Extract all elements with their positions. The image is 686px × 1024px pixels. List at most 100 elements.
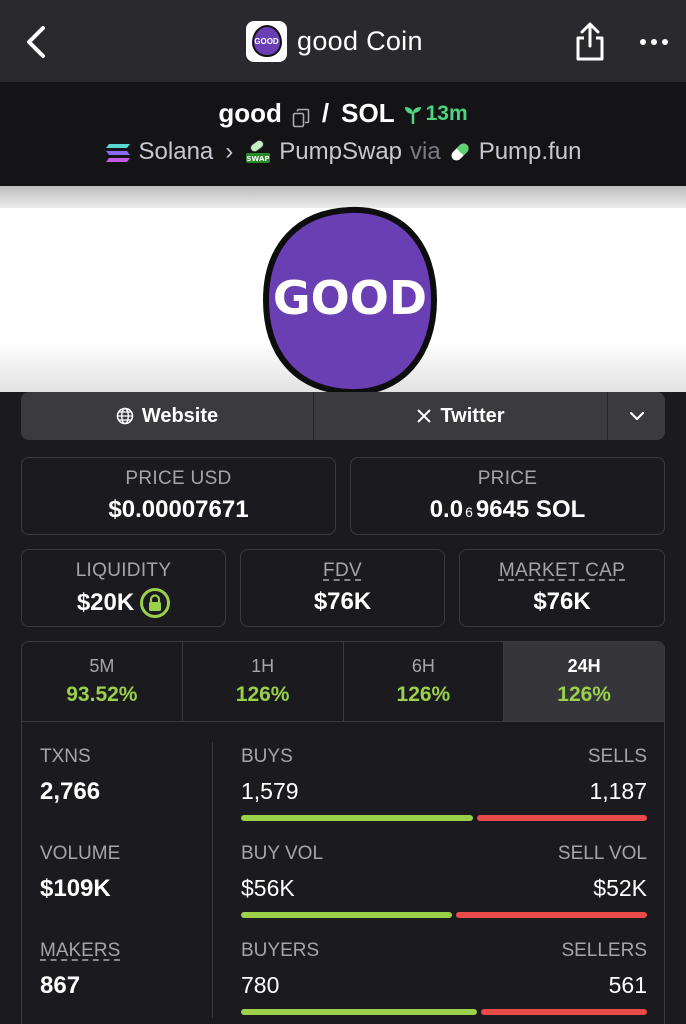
liquidity-label: LIQUIDITY (75, 560, 172, 581)
sell-vol-bar-fill (456, 912, 647, 918)
activity-panel: 5M 93.52% 1H 126% 6H 126% 24H 126% TXNS … (21, 641, 665, 1024)
tab-change: 126% (235, 683, 290, 706)
quote-token-symbol: SOL (341, 98, 395, 128)
buys-sells-bar (241, 815, 647, 821)
buys-value: 1,579 (241, 778, 299, 804)
buy-sell-volume-row: BUY VOL SELL VOL $56K $52K (241, 843, 647, 918)
copy-address-button[interactable] (292, 104, 310, 127)
via-label: via (410, 138, 441, 165)
buyers-sellers-row: BUYERS SELLERS 780 561 (241, 940, 647, 1015)
buys-bar-fill (241, 815, 473, 821)
more-dot-icon (651, 39, 657, 45)
coin-text: GOOD (273, 271, 427, 325)
tab-5m[interactable]: 5M 93.52% (22, 642, 183, 721)
tab-6h[interactable]: 6H 126% (344, 642, 505, 721)
pumpswap-icon: SWAP (245, 139, 271, 165)
price-sol-card: PRICE 0.0 6 9645 SOL (350, 457, 665, 535)
price-sol-value: 0.0 6 9645 SOL (351, 496, 664, 524)
makers-value: 867 (40, 972, 81, 999)
tab-label: 5M (89, 656, 115, 676)
page-title: good Coin (297, 25, 423, 56)
buyers-value: 780 (241, 972, 280, 998)
liquidity-lock-icon (140, 588, 171, 618)
more-dot-icon (662, 39, 668, 45)
sellers-label: SELLERS (561, 940, 647, 961)
price-sol-zero-count: 6 (465, 504, 473, 520)
website-button[interactable]: Website (21, 392, 314, 440)
tab-change: 126% (396, 683, 451, 706)
buyers-label: BUYERS (241, 940, 320, 961)
buy-vol-bar-fill (241, 912, 453, 918)
tab-label: 24H (567, 656, 601, 676)
token-banner-image: GOOD (0, 186, 686, 392)
volume-bar (241, 912, 647, 918)
twitter-button[interactable]: Twitter (314, 392, 608, 440)
chevron-left-icon (27, 26, 45, 58)
price-usd-value: $0.00007671 (108, 496, 249, 523)
sells-bar-fill (476, 815, 647, 821)
sellers-value: 561 (608, 972, 647, 998)
buys-label: BUYS (241, 746, 293, 767)
liquidity-card: LIQUIDITY $20K (21, 549, 226, 627)
pair-separator: / (321, 98, 330, 128)
fdv-value: $76K (313, 588, 372, 615)
more-options-button[interactable] (636, 28, 672, 56)
fdv-label[interactable]: FDV (241, 560, 444, 582)
tab-1h[interactable]: 1H 126% (183, 642, 344, 721)
sprout-icon (404, 106, 421, 124)
pumpfun-icon (449, 141, 471, 163)
tab-label: 6H (411, 656, 435, 676)
buys-sells-row: BUYS SELLS 1,579 1,187 (241, 746, 647, 821)
copy-icon (292, 108, 310, 127)
sells-label: SELLS (587, 746, 647, 767)
good-coin-image: GOOD (262, 206, 438, 392)
back-button[interactable] (18, 22, 54, 62)
tab-label: 1H (251, 656, 275, 676)
txns-label: TXNS (40, 746, 91, 767)
share-icon (576, 22, 604, 61)
tab-24h[interactable]: 24H 126% (504, 642, 664, 721)
makers-label[interactable]: MAKERS (40, 940, 120, 962)
more-dot-icon (640, 39, 646, 45)
tab-change: 93.52% (66, 683, 138, 706)
stats-divider (212, 742, 213, 1018)
chevron-right-icon: › (225, 138, 234, 165)
buy-vol-value: $56K (241, 875, 295, 901)
market-cap-value: $76K (533, 588, 591, 615)
pair-name-row: good / SOL 13m (0, 98, 686, 129)
pair-age: 13m (403, 102, 468, 126)
volume-label: VOLUME (40, 843, 121, 864)
more-links-dropdown[interactable] (608, 392, 665, 440)
sell-vol-label: SELL VOL (557, 843, 647, 864)
launchpad-link[interactable]: Pump.fun (479, 138, 582, 166)
liquidity-value-row: $20K (22, 588, 225, 618)
price-usd-label: PRICE USD (125, 468, 232, 489)
chain-link[interactable]: Solana (139, 138, 214, 166)
base-token-symbol: good (218, 98, 282, 128)
buy-vol-label: BUY VOL (241, 843, 324, 864)
volume-stat: VOLUME $109K (40, 843, 120, 903)
pair-route-row: Solana › SWAP PumpSwap via Pump.fun (0, 138, 686, 166)
pair-age-value: 13m (425, 101, 468, 125)
chevron-down-icon (629, 411, 644, 421)
buyers-sellers-bar (241, 1009, 647, 1015)
price-sol-label: PRICE (477, 468, 538, 489)
volume-value: $109K (40, 875, 111, 902)
market-cap-card: MARKET CAP $76K (459, 549, 665, 627)
social-links-bar: Website Twitter (21, 392, 665, 440)
sellers-bar-fill (481, 1009, 647, 1015)
liquidity-value: $20K (76, 589, 135, 616)
website-label: Website (141, 404, 219, 427)
twitter-label: Twitter (440, 404, 505, 427)
market-cap-label[interactable]: MARKET CAP (460, 560, 664, 582)
price-usd-card: PRICE USD $0.00007671 (21, 457, 336, 535)
price-sol-suffix: 9645 SOL (475, 496, 586, 523)
share-button[interactable] (574, 22, 606, 62)
txns-value: 2,766 (40, 778, 101, 805)
txns-stat: TXNS 2,766 (40, 746, 100, 806)
solana-icon (105, 142, 131, 162)
buyers-bar-fill (241, 1009, 478, 1015)
pair-header: good / SOL 13m Solana › SWAP PumpSwap vi… (0, 82, 686, 186)
price-sol-prefix: 0.0 (429, 496, 464, 523)
dex-link[interactable]: PumpSwap (279, 138, 402, 166)
